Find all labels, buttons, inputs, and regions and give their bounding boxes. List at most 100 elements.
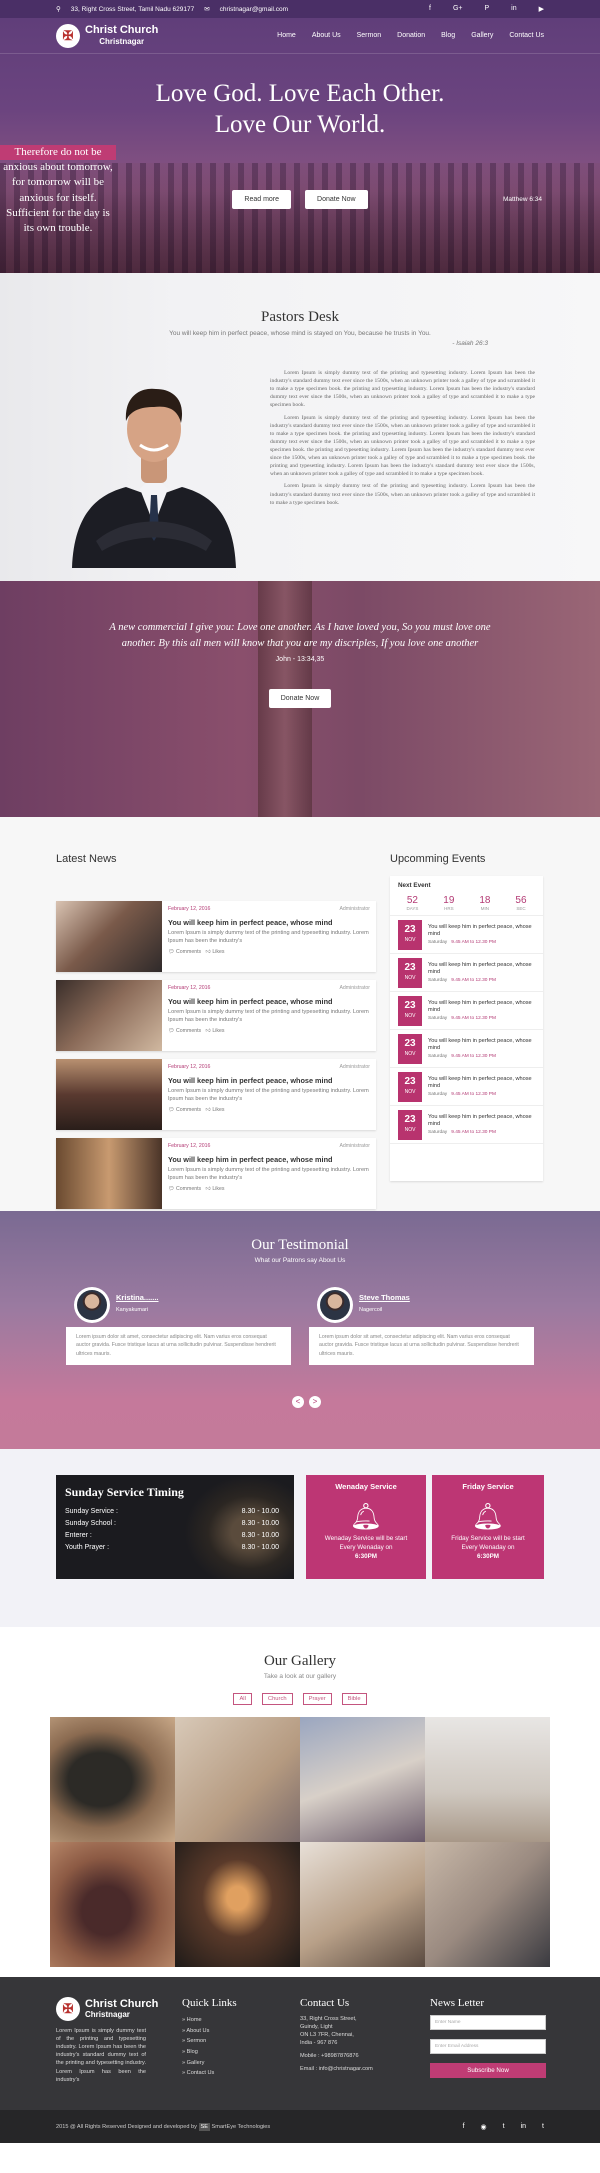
news-image[interactable] — [56, 1059, 162, 1130]
newsletter-name-input[interactable]: Enter Name — [430, 2015, 546, 2030]
event-title[interactable]: You will keep him in perfect peace, whos… — [428, 1114, 535, 1129]
nav-donation[interactable]: Donation — [397, 32, 425, 39]
gallery-image[interactable] — [50, 1842, 175, 1967]
youtube-icon[interactable]: ▶ — [539, 5, 544, 13]
event-day-of-week: Saturday — [428, 1092, 448, 1098]
event-day: 23 — [404, 999, 416, 1011]
news-title[interactable]: You will keep him in perfect peace, whos… — [168, 918, 370, 927]
footer-link-about[interactable]: About Us — [182, 2026, 237, 2037]
news-likes[interactable]: Likes — [212, 1028, 224, 1034]
news-excerpt: Lorem Ipsum is simply dummy text of the … — [168, 1167, 369, 1181]
facebook-icon[interactable]: f — [463, 2123, 465, 2131]
footer-link-home[interactable]: Home — [182, 2015, 237, 2026]
subscribe-button[interactable]: Subscribe Now — [430, 2063, 546, 2078]
event-item[interactable]: 23 NOV You will keep him in perfect peace,… — [390, 992, 543, 1030]
gallery-image[interactable] — [175, 1717, 300, 1842]
nav-gallery[interactable]: Gallery — [471, 32, 493, 39]
filter-church[interactable]: Church — [261, 1693, 293, 1705]
event-title[interactable]: You will keep him in perfect peace, whos… — [428, 924, 535, 939]
linkedin-icon[interactable]: in — [521, 2123, 526, 2131]
event-title[interactable]: You will keep him in perfect peace, whos… — [428, 1076, 535, 1091]
event-item[interactable]: 23 NOV You will keep him in perfect peace,… — [390, 1106, 543, 1144]
service-row: Sunday School :8.30 - 10.00 — [65, 1520, 279, 1527]
news-comments[interactable]: Comments — [176, 949, 201, 955]
news-excerpt: Lorem Ipsum is simply dummy text of the … — [168, 1009, 369, 1023]
linkedin-icon[interactable]: in — [511, 5, 516, 13]
logo[interactable]: ✠ Christ Church Christnagar — [56, 23, 158, 48]
news-title[interactable]: You will keep him in perfect peace, whos… — [168, 1155, 370, 1164]
event-item[interactable]: 23 NOV You will keep him in perfect peace,… — [390, 1068, 543, 1106]
facebook-icon[interactable]: f — [429, 5, 431, 13]
event-item[interactable]: 23 NOV You will keep him in perfect peace,… — [390, 954, 543, 992]
read-more-button[interactable]: Read more — [232, 189, 292, 209]
donate-now-button[interactable]: Donate Now — [305, 189, 368, 209]
news-image[interactable] — [56, 980, 162, 1051]
event-item[interactable]: 23 NOV You will keep him in perfect peace,… — [390, 916, 543, 954]
event-title[interactable]: You will keep him in perfect peace, whos… — [428, 962, 535, 977]
footer-email[interactable]: Email : info@christnagar.com — [300, 2065, 373, 2073]
footer-link-gallery[interactable]: Gallery — [182, 2058, 237, 2069]
news-author: Administrator — [339, 906, 370, 912]
pinterest-icon[interactable]: P — [484, 5, 489, 13]
pastors-desk-section: Pastors Desk You will keep him in perfec… — [0, 273, 600, 581]
gallery-image[interactable] — [50, 1717, 175, 1842]
news-card[interactable]: February 12, 2016 Administrator You will k… — [56, 980, 376, 1051]
gallery-image[interactable] — [425, 1717, 550, 1842]
gallery-title: Our Gallery — [263, 1653, 337, 1669]
nav-contact[interactable]: Contact Us — [509, 32, 544, 39]
news-likes[interactable]: Likes — [212, 1186, 224, 1192]
gallery-image[interactable] — [300, 1842, 425, 1967]
nav-home[interactable]: Home — [277, 32, 296, 39]
developer-name[interactable]: SmartEye Technologies — [212, 2124, 271, 2130]
nav-sermon[interactable]: Sermon — [357, 32, 382, 39]
news-card[interactable]: February 12, 2016 Administrator You will k… — [56, 1059, 376, 1130]
scripture-ref: John - 13:34,35 — [275, 655, 325, 663]
google-plus-icon[interactable]: G+ — [453, 5, 463, 13]
footer-link-sermon[interactable]: Sermon — [182, 2036, 237, 2047]
dribbble-icon[interactable]: ◉ — [481, 2123, 487, 2131]
twitter-icon[interactable]: t — [503, 2123, 505, 2131]
banner-donate-button[interactable]: Donate Now — [268, 688, 332, 708]
news-card[interactable]: February 12, 2016 Administrator You will k… — [56, 1138, 376, 1209]
events-panel: Next Event 52 DAYS 19 HRS 18 MIN 56 SEC 23 NO… — [390, 876, 543, 1181]
newsletter-email-input[interactable]: Enter Email Address — [430, 2039, 546, 2054]
event-title[interactable]: You will keep him in perfect peace, whos… — [428, 1038, 535, 1053]
news-image[interactable] — [56, 901, 162, 972]
gallery-grid — [50, 1717, 550, 1967]
event-title[interactable]: You will keep him in perfect peace, whos… — [428, 1000, 535, 1015]
event-item[interactable]: 23 NOV You will keep him in perfect peace,… — [390, 1030, 543, 1068]
footer-link-blog[interactable]: Blog — [182, 2047, 237, 2058]
hero-section: ⚲ 33, Right Cross Street, Tamil Nadu 629… — [0, 0, 600, 273]
news-title[interactable]: You will keep him in perfect peace, whos… — [168, 997, 370, 1006]
news-likes[interactable]: Likes — [212, 949, 224, 955]
event-date-badge: 23 NOV — [398, 1109, 422, 1140]
gallery-image[interactable] — [175, 1842, 300, 1967]
gallery-image[interactable] — [300, 1717, 425, 1842]
top-address: 33, Right Cross Street, Tamil Nadu 62917… — [70, 5, 195, 13]
countdown-label: DAYS — [406, 906, 419, 911]
quick-links-title: Quick Links — [182, 1997, 237, 2009]
event-month: NOV — [404, 1088, 416, 1095]
news-comments[interactable]: Comments — [176, 1107, 201, 1113]
next-event-label: Next Event — [398, 882, 431, 889]
filter-bible[interactable]: Bible — [341, 1693, 367, 1705]
footer-logo[interactable]: ✠ Christ Church Christnagar — [56, 1997, 158, 2021]
news-likes[interactable]: Likes — [212, 1107, 224, 1113]
news-comments[interactable]: Comments — [176, 1028, 201, 1034]
nav-about[interactable]: About Us — [312, 32, 341, 39]
filter-prayer[interactable]: Prayer — [302, 1693, 332, 1705]
news-image[interactable] — [56, 1138, 162, 1209]
next-arrow-button[interactable]: > — [309, 1396, 321, 1408]
pastor-message: Lorem Ipsum is simply dummy text of the … — [270, 369, 535, 511]
gallery-image[interactable] — [425, 1842, 550, 1967]
testimonial-name: Kristina....... — [116, 1293, 159, 1302]
filter-all[interactable]: All — [233, 1693, 252, 1705]
news-card[interactable]: February 12, 2016 Administrator You will k… — [56, 901, 376, 972]
news-title[interactable]: You will keep him in perfect peace, whos… — [168, 1076, 370, 1085]
footer-link-contact[interactable]: Contact Us — [182, 2068, 237, 2079]
nav-blog[interactable]: Blog — [441, 32, 455, 39]
tumblr-icon[interactable]: t — [542, 2123, 544, 2131]
news-comments[interactable]: Comments — [176, 1186, 201, 1192]
prev-arrow-button[interactable]: < — [292, 1396, 304, 1408]
top-email[interactable]: christnagar@gmail.com — [220, 6, 288, 13]
